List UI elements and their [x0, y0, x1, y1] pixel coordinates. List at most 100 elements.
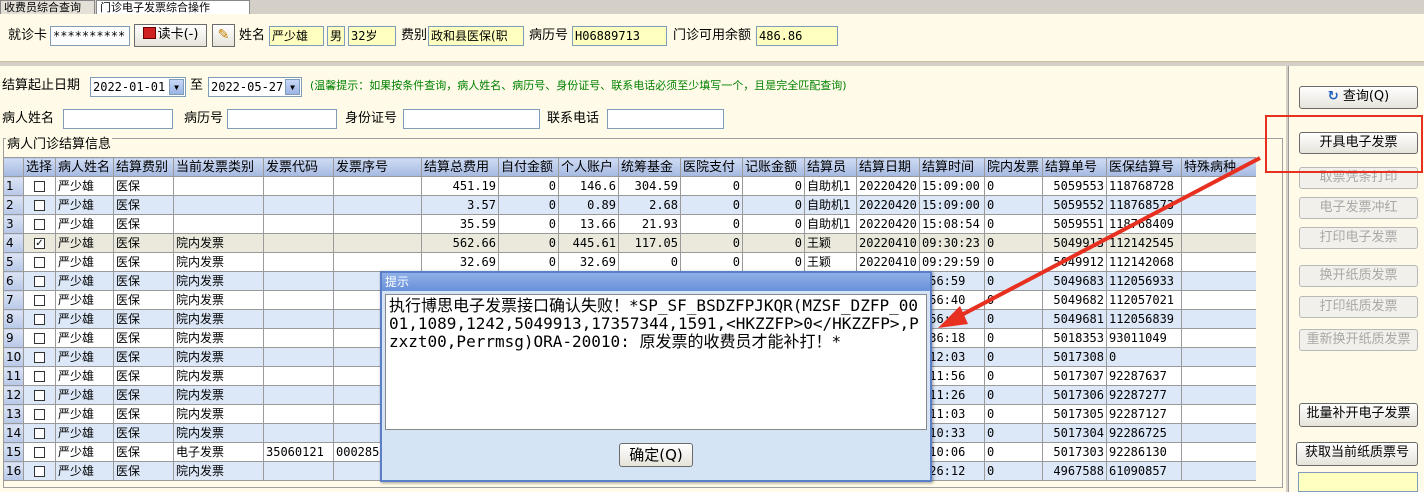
- balance-display: 486.86: [756, 26, 838, 46]
- row-select-cell: [23, 366, 56, 386]
- cell-special: [1181, 404, 1256, 424]
- column-header[interactable]: 发票代码: [263, 157, 334, 177]
- cell-inv-code: [263, 404, 334, 424]
- patient-name-input[interactable]: [63, 109, 173, 129]
- cell-name: 严少雄: [55, 385, 114, 405]
- cell-in-inv: 0: [984, 385, 1043, 405]
- cell-name: 严少雄: [55, 423, 114, 443]
- batch-e-invoice-button[interactable]: 批量补开电子发票: [1299, 403, 1418, 427]
- cell-settle-no: 5017304: [1042, 423, 1107, 443]
- select-checkbox[interactable]: [34, 294, 45, 306]
- action-button-5[interactable]: 换开纸质发票: [1299, 265, 1418, 287]
- annotation-arrow: [938, 156, 1261, 328]
- query-button[interactable]: ↻ 查询(Q): [1299, 86, 1418, 109]
- chevron-down-icon[interactable]: ▼: [169, 79, 184, 95]
- select-checkbox[interactable]: [34, 465, 45, 477]
- column-header[interactable]: 结算总费用: [421, 157, 499, 177]
- select-checkbox[interactable]: [34, 313, 45, 325]
- ok-button[interactable]: 确定(Q): [619, 443, 693, 467]
- row-select-cell: [23, 290, 56, 310]
- row-select-cell: [23, 252, 56, 272]
- cell-fee: 医保: [113, 176, 174, 196]
- select-checkbox[interactable]: [34, 180, 45, 192]
- tab-cashier-query[interactable]: 收费员综合查询: [0, 0, 95, 14]
- select-checkbox[interactable]: [34, 351, 45, 363]
- cell-date: 20220420: [856, 214, 920, 234]
- cell-inv-type: 电子发票: [173, 442, 264, 462]
- cell-inv-type: 院内发票: [173, 347, 264, 367]
- column-header[interactable]: 自付金额: [498, 157, 559, 177]
- row-select-cell: [23, 423, 56, 443]
- select-checkbox[interactable]: [34, 370, 45, 382]
- select-checkbox[interactable]: [34, 408, 45, 420]
- cell-hosp: 0: [680, 233, 743, 253]
- cell-personal: 445.61: [558, 233, 619, 253]
- cell-name: 严少雄: [55, 195, 114, 215]
- column-header[interactable]: 发票序号: [333, 157, 422, 177]
- cell-special: [1181, 423, 1256, 443]
- column-header[interactable]: [3, 157, 24, 177]
- action-button-3[interactable]: 电子发票冲红: [1299, 197, 1418, 219]
- cell-inv-code: [263, 252, 334, 272]
- cell-inv-code: [263, 309, 334, 329]
- read-card-label: 读卡(-): [157, 27, 199, 42]
- select-checkbox[interactable]: [34, 199, 45, 211]
- get-paper-number-button[interactable]: 获取当前纸质票号: [1296, 442, 1418, 466]
- action-button-4[interactable]: 打印电子发票: [1299, 227, 1418, 249]
- select-checkbox[interactable]: [34, 446, 45, 458]
- cell-acct: 0: [742, 195, 805, 215]
- cell-inv-type: 院内发票: [173, 309, 264, 329]
- phone-input[interactable]: [607, 109, 724, 129]
- column-header[interactable]: 病人姓名: [55, 157, 114, 177]
- select-checkbox[interactable]: [34, 275, 45, 287]
- select-checkbox[interactable]: [34, 218, 45, 230]
- column-header[interactable]: 结算日期: [856, 157, 920, 177]
- select-checkbox[interactable]: [34, 256, 45, 268]
- cell-acct: 0: [742, 233, 805, 253]
- column-header[interactable]: 个人账户: [558, 157, 619, 177]
- action-button-6[interactable]: 打印纸质发票: [1299, 296, 1418, 318]
- action-button-7[interactable]: 重新换开纸质发票: [1299, 329, 1418, 351]
- name-label: 姓名: [239, 28, 266, 43]
- column-header[interactable]: 记账金额: [742, 157, 805, 177]
- select-checkbox[interactable]: [34, 389, 45, 401]
- cell-settle-no: 5017306: [1042, 385, 1107, 405]
- cell-special: [1181, 385, 1256, 405]
- column-header[interactable]: 选择: [23, 157, 56, 177]
- read-card-button[interactable]: 读卡(-): [134, 24, 207, 47]
- row-number: 13: [3, 404, 24, 424]
- column-header[interactable]: 医院支付: [680, 157, 743, 177]
- card-number-field[interactable]: **********: [50, 26, 130, 46]
- start-date-picker[interactable]: 2022-01-01 ▼: [90, 77, 186, 97]
- tab-e-invoice-ops[interactable]: 门诊电子发票综合操作: [96, 0, 250, 14]
- cell-settle-no: 5017308: [1042, 347, 1107, 367]
- chevron-down-icon[interactable]: ▼: [285, 79, 300, 95]
- record-no-input[interactable]: [227, 109, 337, 129]
- cell-settle-no: 5017307: [1042, 366, 1107, 386]
- cell-self: 0: [498, 176, 559, 196]
- select-checkbox[interactable]: ✓: [34, 237, 45, 249]
- select-checkbox[interactable]: [34, 427, 45, 439]
- cell-fee: 医保: [113, 442, 174, 462]
- cell-cashier: 王颖: [804, 233, 857, 253]
- cell-fee: 医保: [113, 366, 174, 386]
- cell-inv-code: [263, 366, 334, 386]
- cell-name: 严少雄: [55, 176, 114, 196]
- cell-fee: 医保: [113, 347, 174, 367]
- cell-acct: 0: [742, 176, 805, 196]
- cell-fee: 医保: [113, 271, 174, 291]
- id-card-input[interactable]: [403, 109, 540, 129]
- column-header[interactable]: 结算费别: [113, 157, 174, 177]
- select-checkbox[interactable]: [34, 332, 45, 344]
- cell-name: 严少雄: [55, 252, 114, 272]
- column-header[interactable]: 当前发票类别: [173, 157, 264, 177]
- end-date-picker[interactable]: 2022-05-27 ▼: [208, 77, 302, 97]
- cell-inv-type: 院内发票: [173, 423, 264, 443]
- column-header[interactable]: 统筹基金: [618, 157, 681, 177]
- cell-inv-type: 院内发票: [173, 385, 264, 405]
- broom-button[interactable]: ✎: [212, 24, 235, 47]
- tab-bar: 收费员综合查询 门诊电子发票综合操作: [0, 0, 1424, 14]
- cell-inv-type: 院内发票: [173, 271, 264, 291]
- cell-ins-no: 92287127: [1106, 404, 1182, 424]
- column-header[interactable]: 结算员: [804, 157, 857, 177]
